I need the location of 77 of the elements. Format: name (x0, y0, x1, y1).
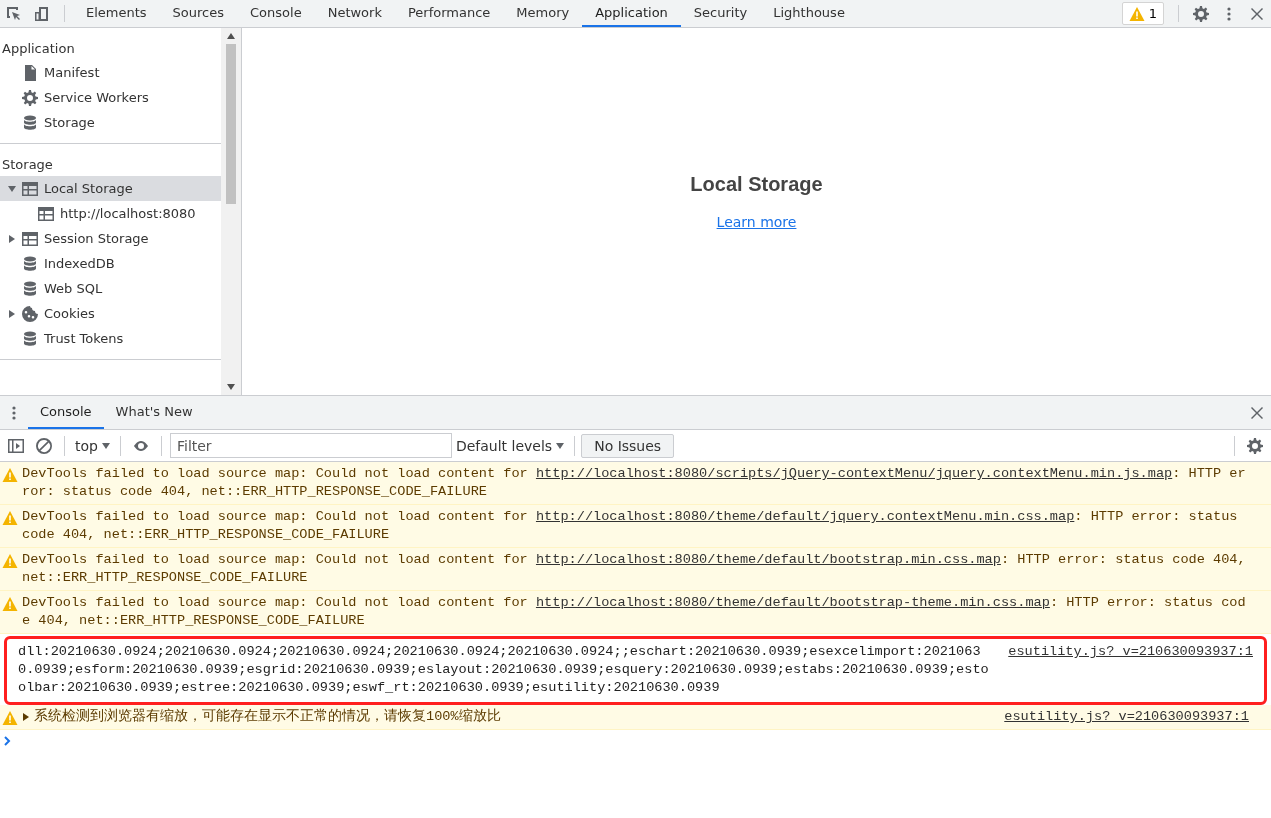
console-message: DevTools failed to load source map: Could not load content for http://localhost:8080/theme/default/bootstrap.min.css.map: HTTP error: status code 404, net::ERR_HTTP_RESPONSE_CODE_FAILURE (22, 551, 1247, 587)
panel-tab[interactable]: Lighthouse (760, 0, 858, 27)
section-heading: Storage (1, 156, 54, 174)
tree-item[interactable]: Storage (0, 110, 221, 135)
url-link[interactable]: http://localhost:8080/theme/default/bootstrap-theme.min.css.map (535, 595, 1050, 610)
tree-item[interactable]: IndexedDB (0, 251, 221, 276)
tree-item[interactable]: Web SQL (0, 276, 221, 301)
database-icon (22, 330, 38, 347)
url-link[interactable]: http://localhost:8080/scripts/jQuery-contextMenu/jquery.contextMenu.min.js.map (535, 466, 1173, 481)
warning-icon (1128, 5, 1145, 22)
caret-icon (101, 441, 110, 450)
database-icon (22, 280, 38, 297)
panel-tab[interactable]: Application (582, 0, 681, 27)
expand-arrow-icon[interactable] (8, 184, 16, 193)
expand-arrow-icon[interactable] (22, 713, 30, 721)
scrollbar[interactable] (221, 28, 241, 395)
tree-item[interactable]: Local Storage (0, 176, 221, 201)
warning-icon (2, 510, 18, 526)
tree-item[interactable]: Trust Tokens (0, 326, 221, 351)
console-message: DevTools failed to load source map: Could not load content for http://localhost:8080/scripts/jQuery-contextMenu/jquery.contextMenu.min.js.map: HTTP error: status code 404, net::ERR_HTTP_RESPONSE_CODE_FAILURE (22, 465, 1247, 501)
warning-icon (2, 710, 18, 726)
scroll-down-icon[interactable] (227, 384, 235, 390)
cursor-select-icon[interactable] (6, 5, 22, 22)
prompt-icon[interactable] (2, 736, 12, 746)
panel-tab[interactable]: Performance (394, 0, 504, 27)
table-icon (38, 205, 54, 222)
scroll-up-icon[interactable] (227, 33, 235, 39)
url-link[interactable]: http://localhost:8080/theme/default/bootstrap.min.css.map (535, 552, 1001, 567)
drawer-tab[interactable]: What's New (103, 396, 205, 429)
console-message: DevTools failed to load source map: Could not load content for http://localhost:8080/theme/default/bootstrap-theme.min.css.map: HTTP error: status code 404, net::ERR_HTTP_RESPONSE_CODE_FAILURE (22, 594, 1247, 630)
close-icon[interactable] (1249, 5, 1265, 22)
panel-heading: Local Storage (690, 173, 823, 196)
console-message: DevTools failed to load source map: Could not load content for http://localhost:8080/theme/default/jquery.contextMenu.min.css.map: HTTP error: status code 404, net::ERR_HTTP_RESPONSE_CODE_FAILURE (22, 508, 1239, 544)
levels-dropdown[interactable]: Default levels (451, 437, 569, 454)
url-link[interactable]: http://localhost:8080/theme/default/jquery.contextMenu.min.css.map (535, 509, 1075, 524)
tree-item[interactable]: Session Storage (0, 226, 221, 251)
section-heading: Application (1, 40, 76, 58)
close-icon[interactable] (1249, 404, 1265, 421)
console-message: 系统检测到浏览器有缩放，可能存在显示不正常的情况，请恢复100%缩放比 (34, 708, 502, 726)
file-icon (22, 64, 38, 81)
panel-tab[interactable]: Memory (503, 0, 583, 27)
caret-icon (556, 441, 565, 450)
database-icon (22, 255, 38, 272)
panel-tab[interactable]: Console (237, 0, 315, 27)
collapse-arrow-icon[interactable] (8, 234, 16, 243)
cookie-icon (22, 305, 38, 322)
sidebar-toggle-icon[interactable] (8, 437, 24, 454)
issues-button[interactable]: No Issues (581, 433, 675, 458)
tree-item[interactable]: http://localhost:8080 (0, 201, 221, 226)
warning-icon (2, 553, 18, 569)
scrollbar-thumb[interactable] (226, 44, 236, 204)
table-icon (22, 230, 38, 247)
collapse-arrow-icon[interactable] (8, 309, 16, 318)
warning-icon (2, 596, 18, 612)
gear-icon (22, 89, 38, 106)
database-icon (22, 114, 38, 131)
tree-item[interactable]: Manifest (0, 60, 221, 85)
tree-item[interactable]: Service Workers (0, 85, 221, 110)
settings-icon[interactable] (1247, 437, 1263, 454)
source-link[interactable]: esutility.js?_v=210630093937:1 (1004, 708, 1249, 726)
panel-tab[interactable]: Sources (159, 0, 238, 27)
tree-item[interactable]: Cookies (0, 301, 221, 326)
source-link[interactable]: esutility.js?_v=210630093937:1 (1008, 643, 1253, 661)
panel-tab[interactable]: Security (680, 0, 761, 27)
learn-more-link[interactable]: Learn more (716, 214, 797, 230)
clear-icon[interactable] (36, 437, 52, 454)
context-dropdown[interactable]: top (71, 437, 114, 454)
filter-field[interactable]: Filter (169, 433, 452, 458)
table-icon (22, 180, 38, 197)
warning-icon (2, 467, 18, 483)
device-icon[interactable] (34, 5, 50, 22)
console-message: dll:20210630.0924;20210630.0924;20210630.0924;20210630.0924;20210630.0924;;eschart:20210630.0939;esexcelimport:20210630.0939;esform:20210630.0939;esgrid:20210630.0939;eslayout:20210630.0939;esquery:20210630.0939;estabs:20210630.0939;estoolbar:20210630.0939;estree:20210630.0939;eswf_rt:20210630.0939;esutility:20210630.0939 (18, 643, 990, 697)
drawer-tab[interactable]: Console (28, 396, 104, 429)
warning-count-button[interactable]: 1 (1121, 2, 1164, 25)
panel-tab[interactable]: Network (314, 0, 395, 27)
panel-tab[interactable]: Elements (73, 0, 160, 27)
settings-icon[interactable] (1193, 5, 1209, 22)
